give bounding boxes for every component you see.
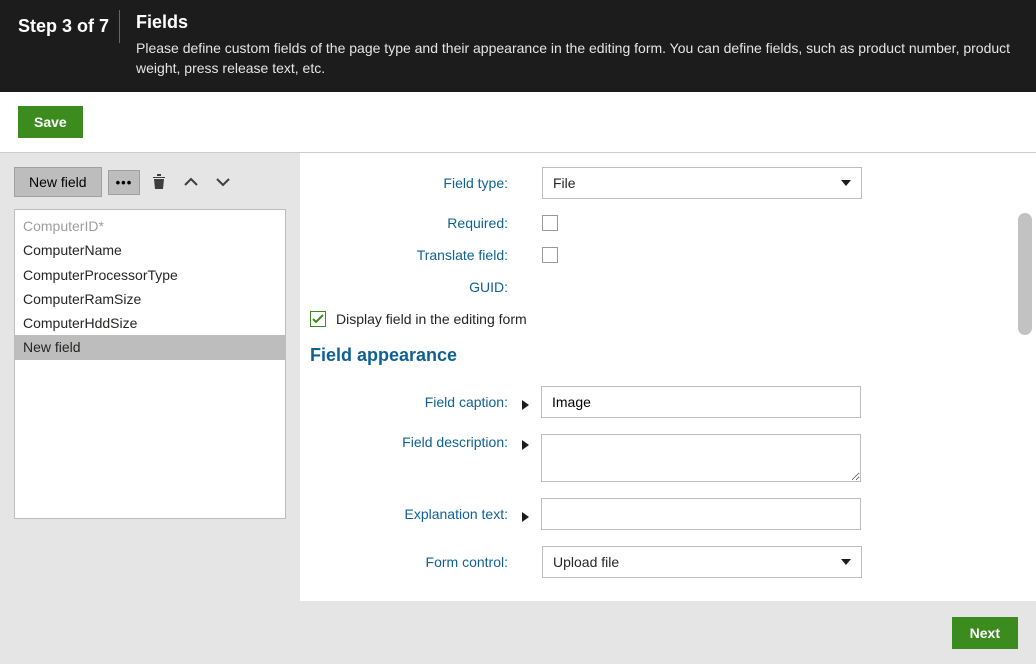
required-label: Required: (310, 215, 522, 231)
trash-icon (152, 174, 166, 190)
next-button[interactable]: Next (952, 617, 1018, 649)
page-subtitle: Please define custom fields of the page … (136, 39, 1018, 78)
wizard-footer: Next (0, 601, 1036, 664)
arrow-right-icon (522, 440, 529, 450)
page-title: Fields (136, 12, 1018, 33)
explanation-text-input[interactable] (541, 498, 861, 530)
field-caption-input[interactable] (541, 386, 861, 418)
field-appearance-heading: Field appearance (310, 345, 1006, 366)
chevron-down-icon (216, 177, 230, 187)
chevron-down-icon (841, 559, 851, 565)
form-control-label: Form control: (310, 554, 522, 570)
translate-label: Translate field: (310, 247, 522, 263)
save-button[interactable]: Save (18, 106, 83, 138)
translate-checkbox[interactable] (542, 247, 558, 263)
list-item[interactable]: ComputerName (15, 238, 285, 262)
action-bar: Save (0, 92, 1036, 153)
field-list[interactable]: ComputerID* ComputerName ComputerProcess… (14, 209, 286, 519)
list-item[interactable]: ComputerHddSize (15, 311, 285, 335)
sidebar-toolbar: New field ••• (14, 167, 286, 197)
field-caption-label: Field caption: (310, 394, 522, 410)
fields-sidebar: New field ••• ComputerID* ComputerName C… (0, 153, 300, 606)
move-up-button[interactable] (178, 169, 204, 195)
field-type-select[interactable]: File (542, 167, 862, 199)
display-in-form-label: Display field in the editing form (336, 311, 527, 327)
list-item[interactable]: ComputerRamSize (15, 287, 285, 311)
chevron-down-icon (841, 180, 851, 186)
form-control-value: Upload file (553, 554, 619, 570)
required-checkbox[interactable] (542, 215, 558, 231)
main-area: New field ••• ComputerID* ComputerName C… (0, 153, 1036, 606)
arrow-right-icon (522, 400, 529, 410)
new-field-button[interactable]: New field (14, 167, 102, 197)
list-item[interactable]: ComputerID* (15, 214, 285, 238)
list-item[interactable]: New field (15, 335, 285, 359)
display-in-form-checkbox[interactable] (310, 311, 326, 327)
move-down-button[interactable] (210, 169, 236, 195)
guid-label: GUID: (310, 279, 522, 295)
field-type-value: File (553, 175, 576, 191)
scrollbar-thumb[interactable] (1018, 213, 1032, 335)
chevron-up-icon (184, 177, 198, 187)
field-description-label: Field description: (310, 434, 522, 450)
delete-field-button[interactable] (146, 169, 172, 195)
field-type-label: Field type: (310, 175, 522, 191)
field-description-input[interactable] (541, 434, 861, 482)
field-properties-panel: Field type: File Required: Translate fie… (300, 153, 1036, 606)
more-options-button[interactable]: ••• (108, 170, 141, 195)
wizard-header: Step 3 of 7 Fields Please define custom … (0, 0, 1036, 92)
step-indicator: Step 3 of 7 (18, 10, 120, 43)
arrow-right-icon (522, 512, 529, 522)
list-item[interactable]: ComputerProcessorType (15, 263, 285, 287)
form-control-select[interactable]: Upload file (542, 546, 862, 578)
explanation-text-label: Explanation text: (310, 506, 522, 522)
